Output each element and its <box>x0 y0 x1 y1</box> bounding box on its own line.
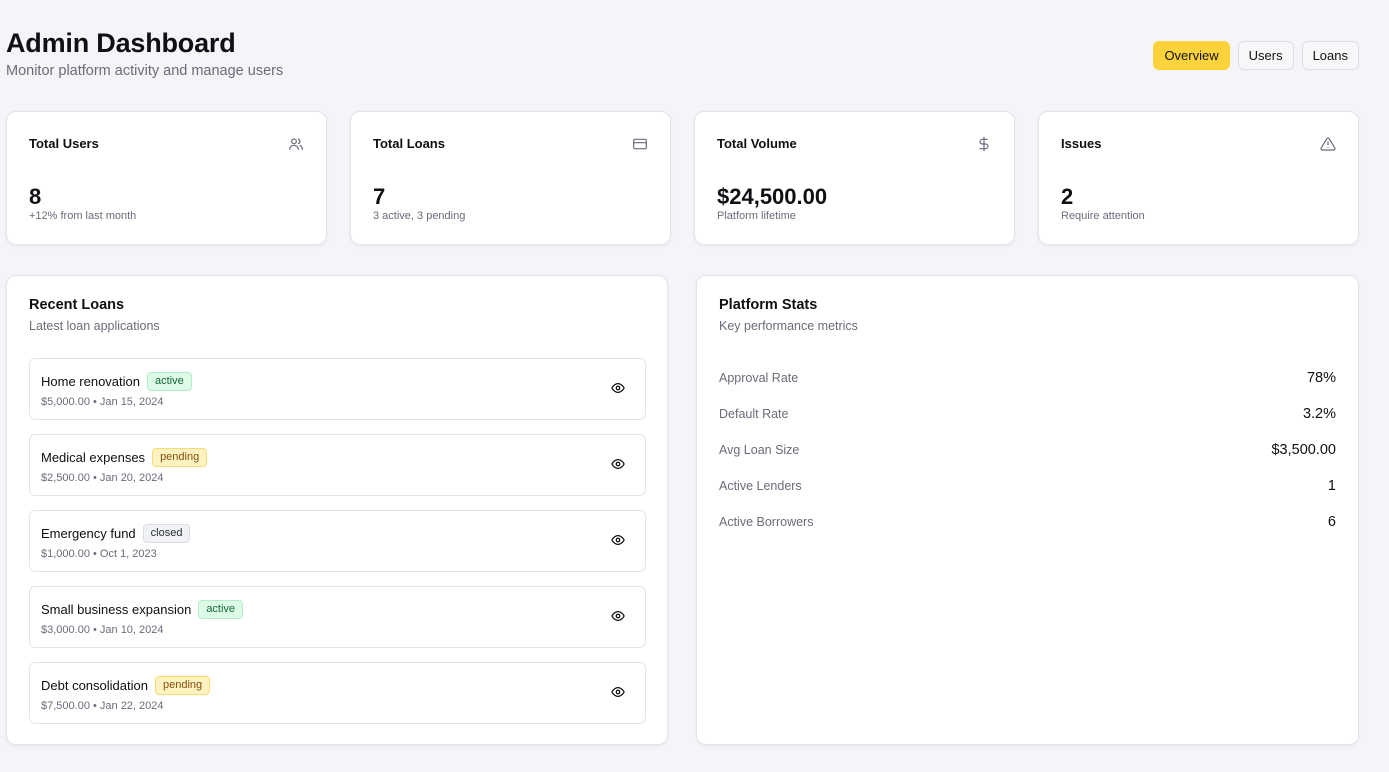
page-title: Admin Dashboard <box>6 28 236 58</box>
metric-row: Default Rate 3.2% <box>719 396 1336 432</box>
stat-card-total-volume: Total Volume $24,500.00 Platform lifetim… <box>694 111 1015 245</box>
stat-value: 2 <box>1061 184 1074 209</box>
loan-item: Debt consolidation pending $7,500.00 • J… <box>29 662 646 724</box>
stat-card-total-users: Total Users 8 +12% from last month <box>6 111 327 245</box>
recent-loans-panel: Recent Loans Latest loan applications Ho… <box>6 275 668 745</box>
panel-title: Recent Loans <box>29 297 125 313</box>
page-header: Admin Dashboard Monitor platform activit… <box>6 28 283 79</box>
eye-icon[interactable] <box>611 685 625 699</box>
loan-name: Emergency fund <box>41 525 136 541</box>
metric-label: Active Lenders <box>719 479 802 493</box>
stat-subtext: +12% from last month <box>29 210 137 222</box>
status-badge: closed <box>142 523 191 543</box>
stat-card-issues: Issues 2 Require attention <box>1038 111 1359 245</box>
stat-card-total-loans: Total Loans 7 3 active, 3 pending <box>350 111 671 245</box>
tab-users[interactable]: Users <box>1237 41 1294 70</box>
metric-value: 78% <box>1306 370 1336 386</box>
stat-subtext: 3 active, 3 pending <box>373 210 466 222</box>
loan-name: Debt consolidation <box>41 677 148 693</box>
panel-subtitle: Latest loan applications <box>29 319 160 333</box>
status-badge: active <box>147 371 192 391</box>
loan-list: Home renovation active $5,000.00 • Jan 1… <box>29 358 646 738</box>
loan-item: Medical expenses pending $2,500.00 • Jan… <box>29 434 646 496</box>
loan-meta: $5,000.00 • Jan 15, 2024 <box>41 396 164 408</box>
credit-card-icon <box>633 138 647 150</box>
metric-row: Avg Loan Size $3,500.00 <box>719 432 1336 468</box>
loan-meta: $3,000.00 • Jan 10, 2024 <box>41 624 164 636</box>
stat-subtext: Platform lifetime <box>717 210 796 222</box>
eye-icon[interactable] <box>611 381 625 395</box>
metric-label: Default Rate <box>719 407 789 421</box>
metric-value: 3.2% <box>1302 406 1336 422</box>
dollar-icon <box>979 136 989 152</box>
stat-value: 7 <box>373 184 386 209</box>
eye-icon[interactable] <box>611 533 625 547</box>
loan-item: Emergency fund closed $1,000.00 • Oct 1,… <box>29 510 646 572</box>
panel-title: Platform Stats <box>719 297 818 313</box>
stat-value: $24,500.00 <box>717 184 828 209</box>
loan-item: Home renovation active $5,000.00 • Jan 1… <box>29 358 646 420</box>
metrics-list: Approval Rate 78% Default Rate 3.2% Avg … <box>719 360 1336 540</box>
eye-icon[interactable] <box>611 609 625 623</box>
eye-icon[interactable] <box>611 457 625 471</box>
metric-value: 6 <box>1327 514 1336 530</box>
status-badge: pending <box>154 675 211 695</box>
alert-triangle-icon <box>1320 137 1336 151</box>
status-badge: active <box>198 599 244 619</box>
stat-subtext: Require attention <box>1061 210 1145 222</box>
stat-title: Issues <box>1061 136 1102 151</box>
loan-meta: $1,000.00 • Oct 1, 2023 <box>41 548 157 560</box>
metric-value: 1 <box>1327 478 1336 494</box>
stat-cards: Total Users 8 +12% from last month Total… <box>6 111 1359 245</box>
users-icon <box>289 138 303 150</box>
panel-subtitle: Key performance metrics <box>719 319 858 333</box>
loan-meta: $7,500.00 • Jan 22, 2024 <box>41 700 164 712</box>
metric-label: Approval Rate <box>719 371 799 385</box>
metric-row: Approval Rate 78% <box>719 360 1336 396</box>
metric-label: Active Borrowers <box>719 515 814 529</box>
loan-name: Small business expansion <box>41 601 192 617</box>
tab-overview[interactable]: Overview <box>1153 41 1230 70</box>
stat-title: Total Users <box>29 136 99 151</box>
tab-bar: Overview Users Loans <box>1153 41 1359 70</box>
metric-value: $3,500.00 <box>1271 442 1336 458</box>
stat-value: 8 <box>29 184 42 209</box>
platform-stats-panel: Platform Stats Key performance metrics A… <box>696 275 1359 745</box>
metric-row: Active Lenders 1 <box>719 468 1336 504</box>
loan-name: Home renovation <box>41 373 140 389</box>
metric-label: Avg Loan Size <box>719 443 800 457</box>
metric-row: Active Borrowers 6 <box>719 504 1336 540</box>
stat-title: Total Loans <box>373 136 445 151</box>
loan-name: Medical expenses <box>41 449 146 465</box>
tab-loans[interactable]: Loans <box>1301 41 1359 70</box>
loan-item: Small business expansion active $3,000.0… <box>29 586 646 648</box>
status-badge: pending <box>152 447 208 467</box>
loan-meta: $2,500.00 • Jan 20, 2024 <box>41 472 164 484</box>
page-subtitle: Monitor platform activity and manage use… <box>6 63 284 79</box>
stat-title: Total Volume <box>717 136 797 151</box>
